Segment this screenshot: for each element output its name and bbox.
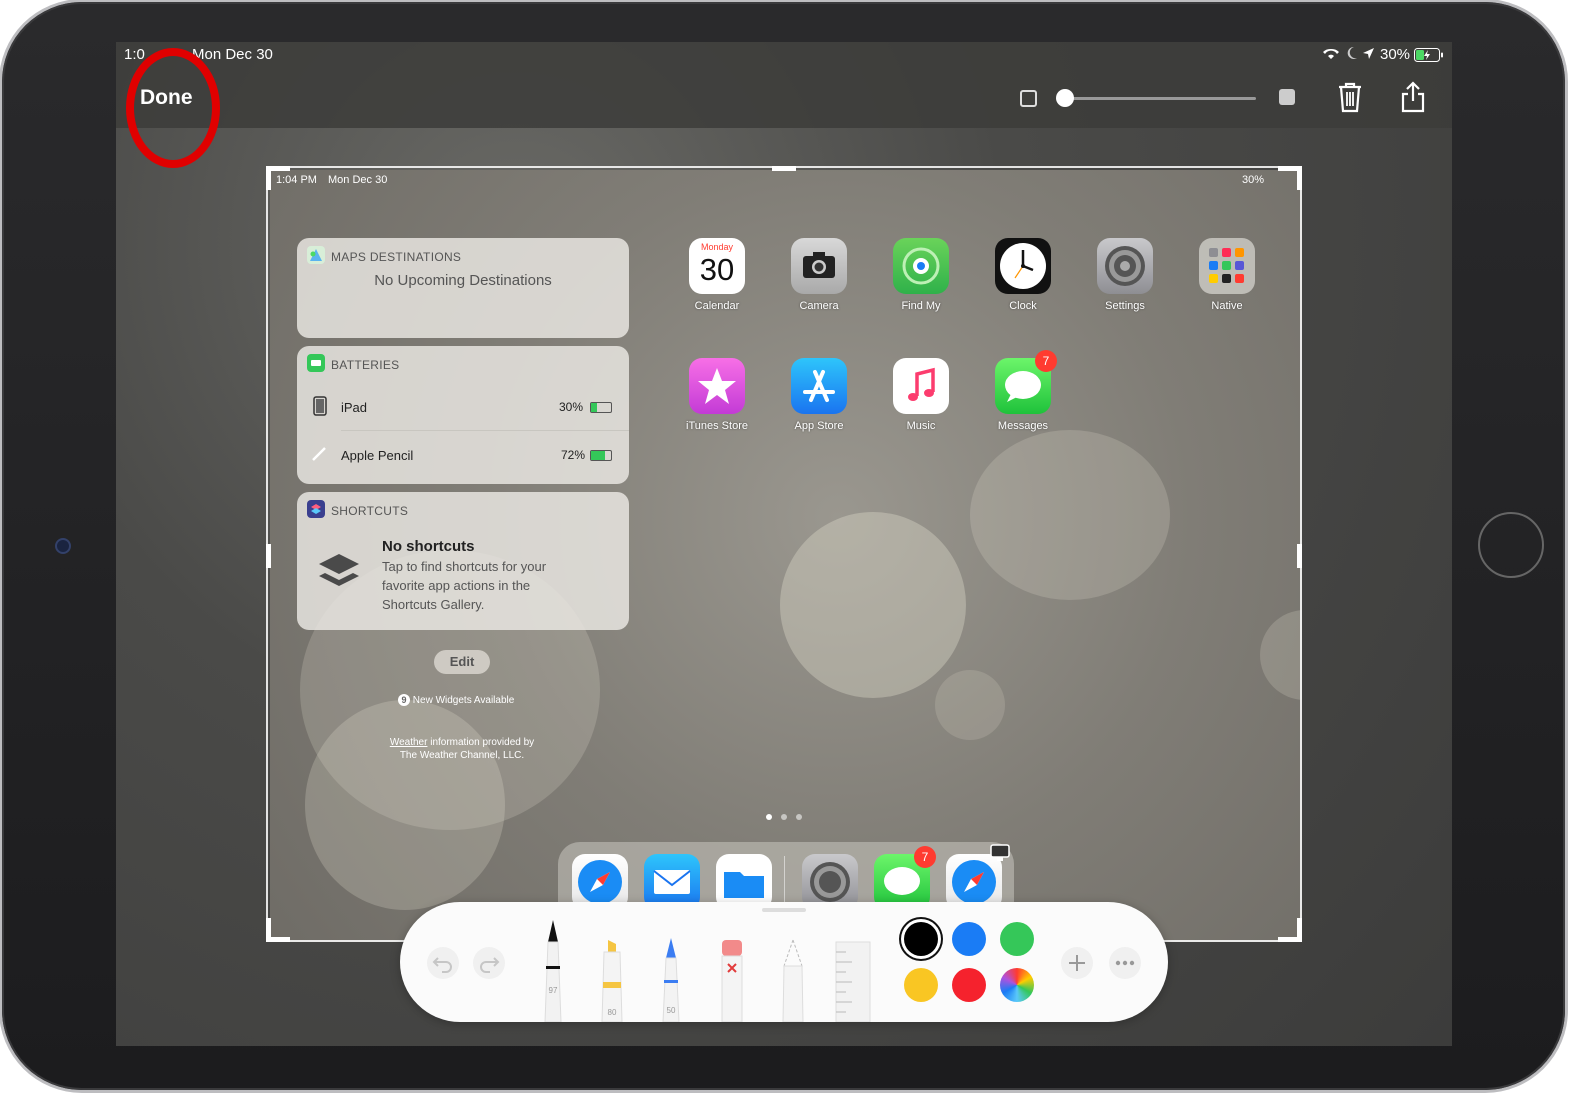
color-swatch[interactable] (904, 922, 938, 956)
more-icon[interactable] (1108, 946, 1142, 985)
palette-grabber[interactable] (762, 908, 806, 912)
pencil-size-label: 50 (666, 1006, 676, 1015)
crop-handle-bottom-right[interactable] (1278, 937, 1302, 942)
location-arrow-icon (1362, 47, 1375, 65)
highlight-circle-annotation (126, 48, 220, 168)
markup-toolbar: 1:0 Mon Dec 30 30% Done (116, 42, 1452, 168)
markup-screen: 1:0 Mon Dec 30 30% Done 1:04 PM Mon Dec … (116, 42, 1452, 1046)
opacity-max-icon (1279, 89, 1295, 105)
moon-icon (1346, 46, 1358, 65)
crop-handle-top-left[interactable] (266, 166, 271, 190)
color-swatches (904, 922, 1040, 1006)
crop-handle-top[interactable] (772, 166, 796, 171)
opacity-slider-track[interactable] (1064, 97, 1256, 100)
eraser-tool[interactable] (718, 936, 746, 1022)
battery-icon (1414, 48, 1444, 67)
opacity-slider-handle[interactable] (1056, 89, 1074, 107)
color-swatch[interactable] (904, 968, 938, 1002)
color-swatch[interactable] (1000, 922, 1034, 956)
crop-handle-right[interactable] (1297, 544, 1302, 568)
pen-tool[interactable]: 97 (540, 918, 566, 1022)
pen-size-label: 97 (548, 986, 558, 995)
status-time: 1:0 (124, 46, 145, 63)
status-battery-percent: 30% (1380, 46, 1411, 63)
marker-size-label: 80 (607, 1008, 617, 1017)
color-picker-swatch[interactable] (1000, 968, 1034, 1002)
share-icon[interactable] (1398, 80, 1428, 114)
crop-handle-top-right[interactable] (1297, 166, 1302, 190)
add-icon[interactable] (1060, 946, 1094, 985)
wifi-icon (1322, 46, 1340, 65)
color-swatch[interactable] (952, 968, 986, 1002)
status-date: Mon Dec 30 (192, 46, 273, 63)
trash-icon[interactable] (1335, 80, 1365, 114)
tool-palette: 97 80 50 (400, 902, 1168, 1022)
pencil-tool[interactable]: 50 (658, 936, 684, 1022)
opacity-min-icon (1020, 90, 1037, 107)
home-button[interactable] (1478, 512, 1544, 578)
crop-handle-bottom-left[interactable] (266, 937, 290, 942)
crop-handle-left[interactable] (266, 544, 271, 568)
redo-icon[interactable] (472, 946, 506, 985)
lasso-tool[interactable] (778, 936, 808, 1022)
ruler-tool[interactable] (834, 940, 872, 1022)
color-swatch[interactable] (952, 922, 986, 956)
crop-frame[interactable] (266, 166, 1302, 942)
undo-icon[interactable] (426, 946, 460, 985)
front-camera (55, 538, 71, 554)
marker-tool[interactable]: 80 (598, 938, 626, 1022)
